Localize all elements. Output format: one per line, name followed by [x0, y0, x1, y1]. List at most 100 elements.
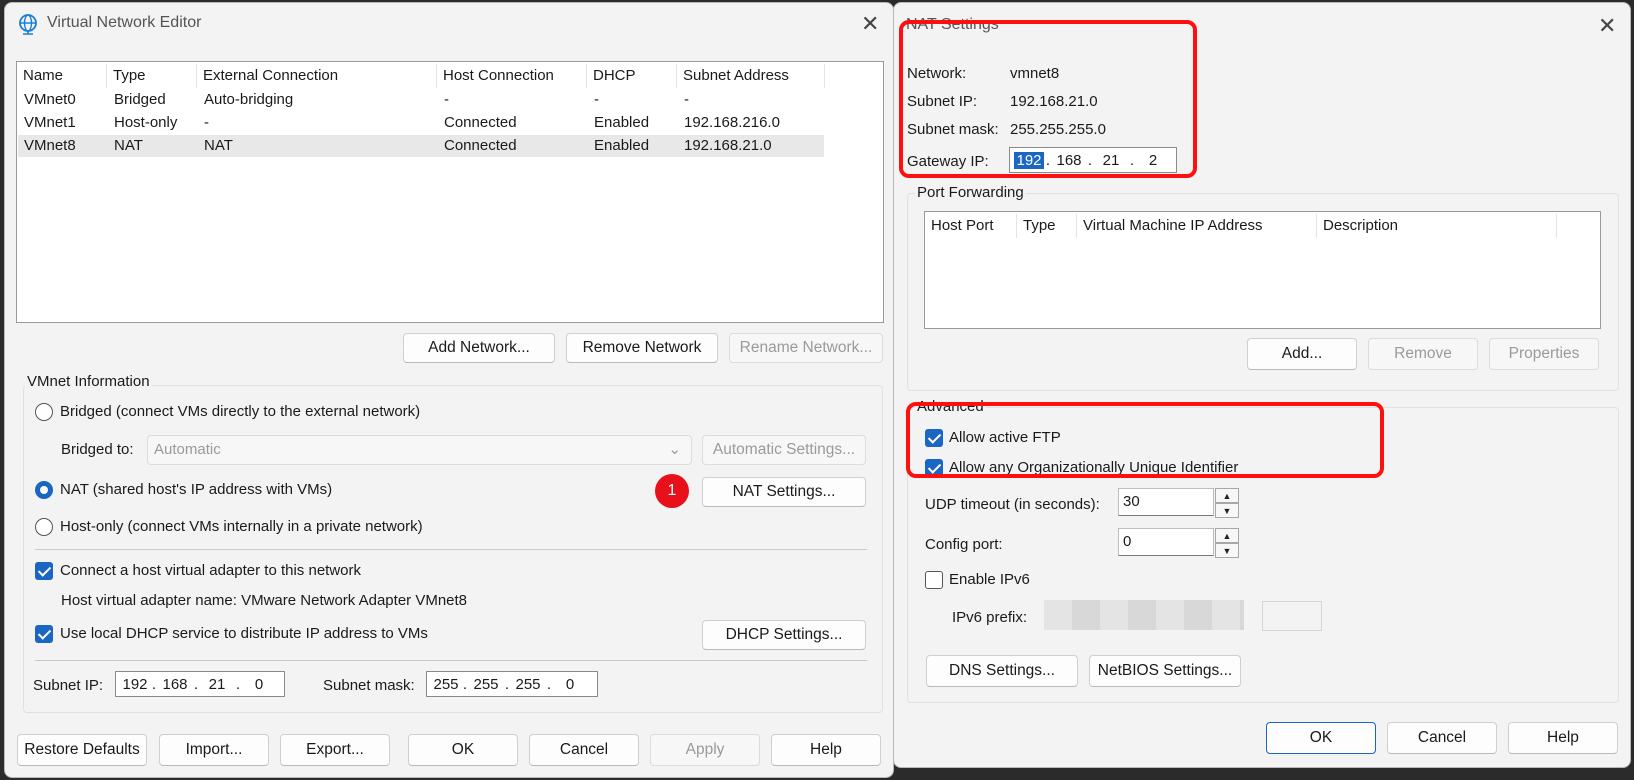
cell-name: VMnet8 [24, 137, 76, 154]
port-forwarding-list[interactable]: Host Port Type Virtual Machine IP Addres… [924, 211, 1601, 329]
cell-subnet: - [684, 91, 689, 108]
udp-timeout-input[interactable]: 30 [1118, 488, 1214, 516]
connect-adapter-label[interactable]: Connect a host virtual adapter to this n… [60, 562, 361, 579]
subnet-ip-value: 192.168.21.0 [1010, 93, 1098, 110]
column-header-description[interactable]: Description [1317, 214, 1557, 238]
column-header-host-connection[interactable]: Host Connection [437, 64, 587, 88]
column-header-subnet-address[interactable]: Subnet Address [677, 64, 825, 88]
subnet-mask-label: Subnet mask: [907, 121, 999, 138]
column-header-name[interactable]: Name [17, 64, 107, 88]
rename-network-button[interactable]: Rename Network... [729, 333, 883, 363]
bridged-to-label: Bridged to: [61, 441, 134, 458]
nat-radio[interactable] [35, 481, 53, 499]
apply-button[interactable]: Apply [650, 734, 760, 766]
ip-dot: . [1045, 151, 1051, 169]
nat-settings-window: NAT Settings ✕ Network: vmnet8 Subnet IP… [893, 2, 1631, 768]
virtual-network-editor-window: Virtual Network Editor ✕ Name Type Exter… [4, 2, 894, 778]
import-button[interactable]: Import... [159, 734, 269, 766]
nat-radio-label[interactable]: NAT (shared host's IP address with VMs) [60, 481, 332, 498]
ipv6-prefix-field-blurred[interactable] [1044, 600, 1244, 630]
ip-octet: 168 [1056, 151, 1082, 169]
divider [35, 660, 867, 661]
network-label: Network: [907, 65, 967, 82]
subnet-mask-value: 255.255.255.0 [1010, 121, 1106, 138]
use-dhcp-checkbox[interactable] [35, 625, 53, 643]
udp-timeout-down-arrow-icon[interactable]: ▼ [1215, 503, 1239, 518]
udp-timeout-up-arrow-icon[interactable]: ▲ [1215, 488, 1239, 503]
cell-host: - [444, 91, 449, 108]
config-port-up-arrow-icon[interactable]: ▲ [1215, 528, 1239, 543]
host-only-radio[interactable] [35, 518, 53, 536]
ip-octet: 2 [1148, 151, 1158, 169]
allow-oui-checkbox[interactable] [925, 459, 943, 477]
table-row-selected[interactable]: VMnet8 NAT NAT Connected Enabled 192.168… [18, 135, 824, 157]
enable-ipv6-label[interactable]: Enable IPv6 [949, 571, 1030, 588]
remove-port-forward-button[interactable]: Remove [1368, 338, 1478, 370]
column-header-type[interactable]: Type [1017, 214, 1077, 238]
gateway-ip-field[interactable]: 192. 168. 21. 2 [1009, 147, 1177, 173]
bridged-to-value: Automatic [154, 441, 221, 458]
connect-adapter-checkbox[interactable] [35, 562, 53, 580]
ip-dot: . [193, 675, 199, 693]
ip-octet: 255 [473, 675, 499, 693]
ip-octet-selected: 192 [1014, 151, 1044, 169]
use-dhcp-label[interactable]: Use local DHCP service to distribute IP … [60, 625, 428, 642]
table-row[interactable]: VMnet0 Bridged Auto-bridging - - - [18, 89, 824, 111]
globe-icon [17, 13, 39, 35]
cell-host: Connected [444, 137, 517, 154]
bridged-radio[interactable] [35, 403, 53, 421]
ip-octet: 255 [515, 675, 541, 693]
netbios-settings-button[interactable]: NetBIOS Settings... [1089, 655, 1241, 687]
close-icon[interactable]: ✕ [1598, 15, 1616, 37]
add-network-button[interactable]: Add Network... [403, 333, 555, 363]
cell-host: Connected [444, 114, 517, 131]
remove-network-button[interactable]: Remove Network [566, 333, 718, 363]
allow-oui-label[interactable]: Allow any Organizationally Unique Identi… [949, 459, 1238, 476]
ok-button[interactable]: OK [408, 734, 518, 766]
ip-octet: 0 [254, 675, 264, 693]
add-port-forward-button[interactable]: Add... [1247, 338, 1357, 370]
network-list[interactable]: Name Type External Connection Host Conne… [16, 61, 884, 323]
column-header-host-port[interactable]: Host Port [925, 214, 1017, 238]
allow-active-ftp-label[interactable]: Allow active FTP [949, 429, 1061, 446]
dns-settings-button[interactable]: DNS Settings... [926, 655, 1078, 687]
column-header-type[interactable]: Type [107, 64, 197, 88]
automatic-settings-button[interactable]: Automatic Settings... [702, 435, 866, 465]
ipv6-prefix-label: IPv6 prefix: [952, 609, 1028, 626]
subnet-ip-field[interactable]: 192. 168. 21. 0 [115, 671, 285, 697]
subnet-mask-field[interactable]: 255. 255. 255. 0 [426, 671, 598, 697]
restore-defaults-button[interactable]: Restore Defaults [17, 734, 147, 766]
help-button[interactable]: Help [1508, 722, 1618, 754]
help-button[interactable]: Help [771, 734, 881, 766]
bridged-radio-label[interactable]: Bridged (connect VMs directly to the ext… [60, 403, 420, 420]
cell-dhcp: Enabled [594, 114, 650, 131]
cancel-button[interactable]: Cancel [1387, 722, 1497, 754]
ipv6-prefix-length-field[interactable] [1262, 601, 1322, 631]
advanced-title: Advanced [915, 398, 986, 415]
cell-name: VMnet1 [24, 114, 76, 131]
properties-button[interactable]: Properties [1489, 338, 1599, 370]
cell-dhcp: Enabled [594, 137, 650, 154]
enable-ipv6-checkbox[interactable] [925, 571, 943, 589]
export-button[interactable]: Export... [280, 734, 390, 766]
cell-subnet: 192.168.21.0 [684, 137, 772, 154]
config-port-down-arrow-icon[interactable]: ▼ [1215, 543, 1239, 558]
ok-button[interactable]: OK [1266, 722, 1376, 754]
nat-settings-button[interactable]: NAT Settings... [702, 477, 866, 507]
udp-timeout-label: UDP timeout (in seconds): [925, 496, 1100, 513]
config-port-label: Config port: [925, 536, 1003, 553]
table-row[interactable]: VMnet1 Host-only - Connected Enabled 192… [18, 112, 824, 134]
allow-active-ftp-checkbox[interactable] [925, 429, 943, 447]
cell-name: VMnet0 [24, 91, 76, 108]
column-header-dhcp[interactable]: DHCP [587, 64, 677, 88]
ip-dot: . [235, 675, 241, 693]
column-header-external-connection[interactable]: External Connection [197, 64, 437, 88]
config-port-input[interactable]: 0 [1118, 528, 1214, 556]
close-icon[interactable]: ✕ [861, 13, 879, 35]
dhcp-settings-button[interactable]: DHCP Settings... [702, 620, 866, 650]
bridged-to-dropdown[interactable]: Automatic ⌄ [147, 435, 692, 465]
cancel-button[interactable]: Cancel [529, 734, 639, 766]
column-header-vm-ip-address[interactable]: Virtual Machine IP Address [1077, 214, 1317, 238]
host-only-radio-label[interactable]: Host-only (connect VMs internally in a p… [60, 518, 423, 535]
ip-octet: 192 [122, 675, 148, 693]
